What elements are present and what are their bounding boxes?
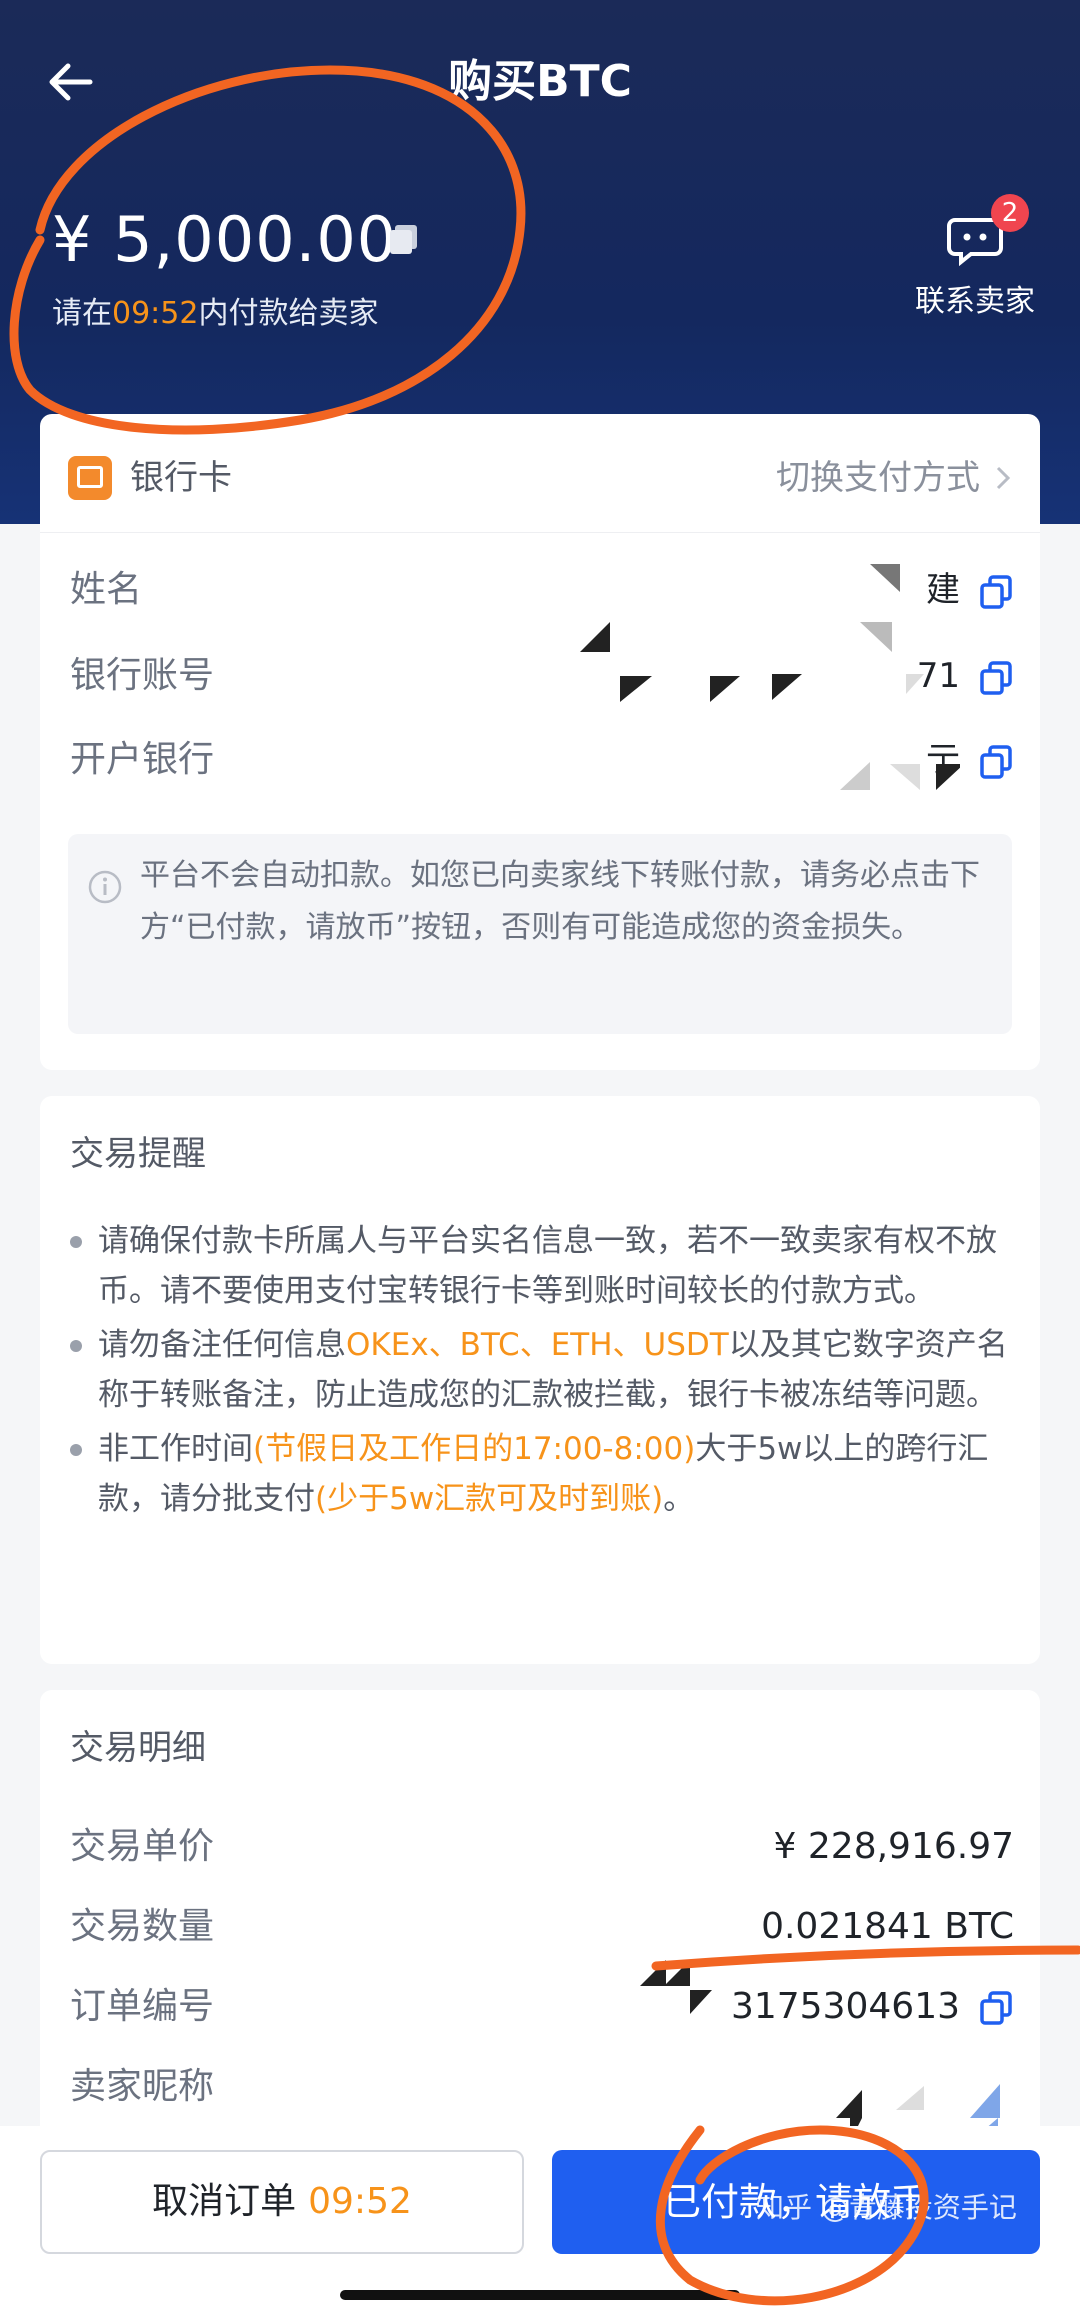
- unit-price-label: 交易单价: [70, 1826, 215, 1867]
- details-title: 交易明细: [70, 1728, 206, 1768]
- bank-name-label: 开户银行: [70, 739, 215, 780]
- unit-price-row: 交易单价 ¥ 228,916.97: [70, 1818, 1014, 1878]
- reminder-list: 请确保付款卡所属人与平台实名信息一致，若不一致卖家有权不放币。请不要使用支付宝转…: [70, 1216, 1016, 1528]
- tip-text: 非工作时间: [98, 1431, 253, 1467]
- bank-card-icon: [68, 456, 112, 500]
- switch-payment-method[interactable]: 切换支付方式: [776, 454, 980, 502]
- home-indicator: [340, 2290, 740, 2300]
- tip-text: 请勿备注任何信息: [98, 1327, 346, 1363]
- chevron-right-icon[interactable]: [990, 464, 1016, 492]
- copy-icon[interactable]: [978, 744, 1014, 780]
- payment-amount: ¥ 5,000.00: [52, 203, 398, 276]
- page-title: 购买BTC: [448, 56, 632, 107]
- tip-text: 请确保付款卡所属人与平台实名信息一致，若不一致卖家有权不放币。请不要使用支付宝转…: [98, 1223, 997, 1309]
- payee-name-label: 姓名: [70, 569, 143, 610]
- order-number-label: 订单编号: [70, 1986, 215, 2027]
- trade-details-card: 交易明细 交易单价 ¥ 228,916.97 交易数量 0.021841 BTC…: [40, 1690, 1040, 2200]
- payment-deadline: 请在09:52内付款给卖家: [52, 294, 378, 334]
- copy-icon[interactable]: [386, 222, 422, 258]
- deadline-prefix: 请在: [52, 296, 112, 331]
- quantity-row: 交易数量 0.021841 BTC: [70, 1898, 1014, 1958]
- countdown-timer: 09:52: [112, 296, 199, 331]
- payment-method-label: 银行卡: [130, 458, 232, 498]
- copy-icon[interactable]: [978, 574, 1014, 610]
- list-item: 请勿备注任何信息OKEx、BTC、ETH、USDT以及其它数字资产名称于转账备注…: [70, 1320, 1016, 1420]
- contact-seller-button[interactable]: 2 联系卖家: [900, 194, 1050, 322]
- watermark: 知乎 @青藤投资手记: [756, 2191, 1017, 2224]
- payment-method-bar: 银行卡 切换支付方式: [40, 414, 1040, 533]
- copy-icon[interactable]: [978, 660, 1014, 696]
- reminder-title: 交易提醒: [70, 1134, 206, 1174]
- account-number-label: 银行账号: [70, 655, 215, 696]
- top-bar: 购买BTC: [0, 40, 1080, 120]
- cancel-order-label: 取消订单: [152, 2181, 297, 2222]
- cancel-order-button[interactable]: 取消订单 09:52: [40, 2150, 524, 2254]
- chat-icon: 2: [945, 194, 1029, 267]
- list-item: 请确保付款卡所属人与平台实名信息一致，若不一致卖家有权不放币。请不要使用支付宝转…: [70, 1216, 1016, 1316]
- tip-highlight: (节假日及工作日的17:00-8:00): [253, 1431, 696, 1467]
- list-item: 非工作时间(节假日及工作日的17:00-8:00)大于5w以上的跨行汇款，请分批…: [70, 1424, 1016, 1524]
- message-badge: 2: [991, 194, 1029, 232]
- quantity-value: 0.021841 BTC: [761, 1906, 1014, 1947]
- notice-text: 平台不会自动扣款。如您已向卖家线下转账付款，请务必点击下方“已付款，请放币”按钮…: [140, 858, 980, 945]
- info-icon: [88, 870, 122, 904]
- trade-reminder-card: 交易提醒 请确保付款卡所属人与平台实名信息一致，若不一致卖家有权不放币。请不要使…: [40, 1096, 1040, 1664]
- tip-highlight: (少于5w汇款可及时到账): [315, 1481, 664, 1517]
- payment-info-card: 银行卡 切换支付方式 姓名 建 银行账号 71 开户银行 亍 平台不会自动扣款。…: [40, 414, 1040, 1070]
- cancel-countdown: 09:52: [308, 2181, 412, 2222]
- quantity-label: 交易数量: [70, 1906, 215, 1947]
- tip-highlight: OKEx、BTC、ETH、USDT: [346, 1327, 729, 1363]
- redaction-marks: [580, 564, 960, 790]
- seller-nickname-label: 卖家昵称: [70, 2066, 215, 2107]
- tip-text: 。: [663, 1481, 695, 1517]
- contact-seller-label: 联系卖家: [915, 284, 1035, 319]
- deadline-suffix: 内付款给卖家: [198, 296, 379, 331]
- unit-price-value: ¥ 228,916.97: [773, 1826, 1014, 1867]
- auto-deduction-notice: 平台不会自动扣款。如您已向卖家线下转账付款，请务必点击下方“已付款，请放币”按钮…: [68, 834, 1012, 1034]
